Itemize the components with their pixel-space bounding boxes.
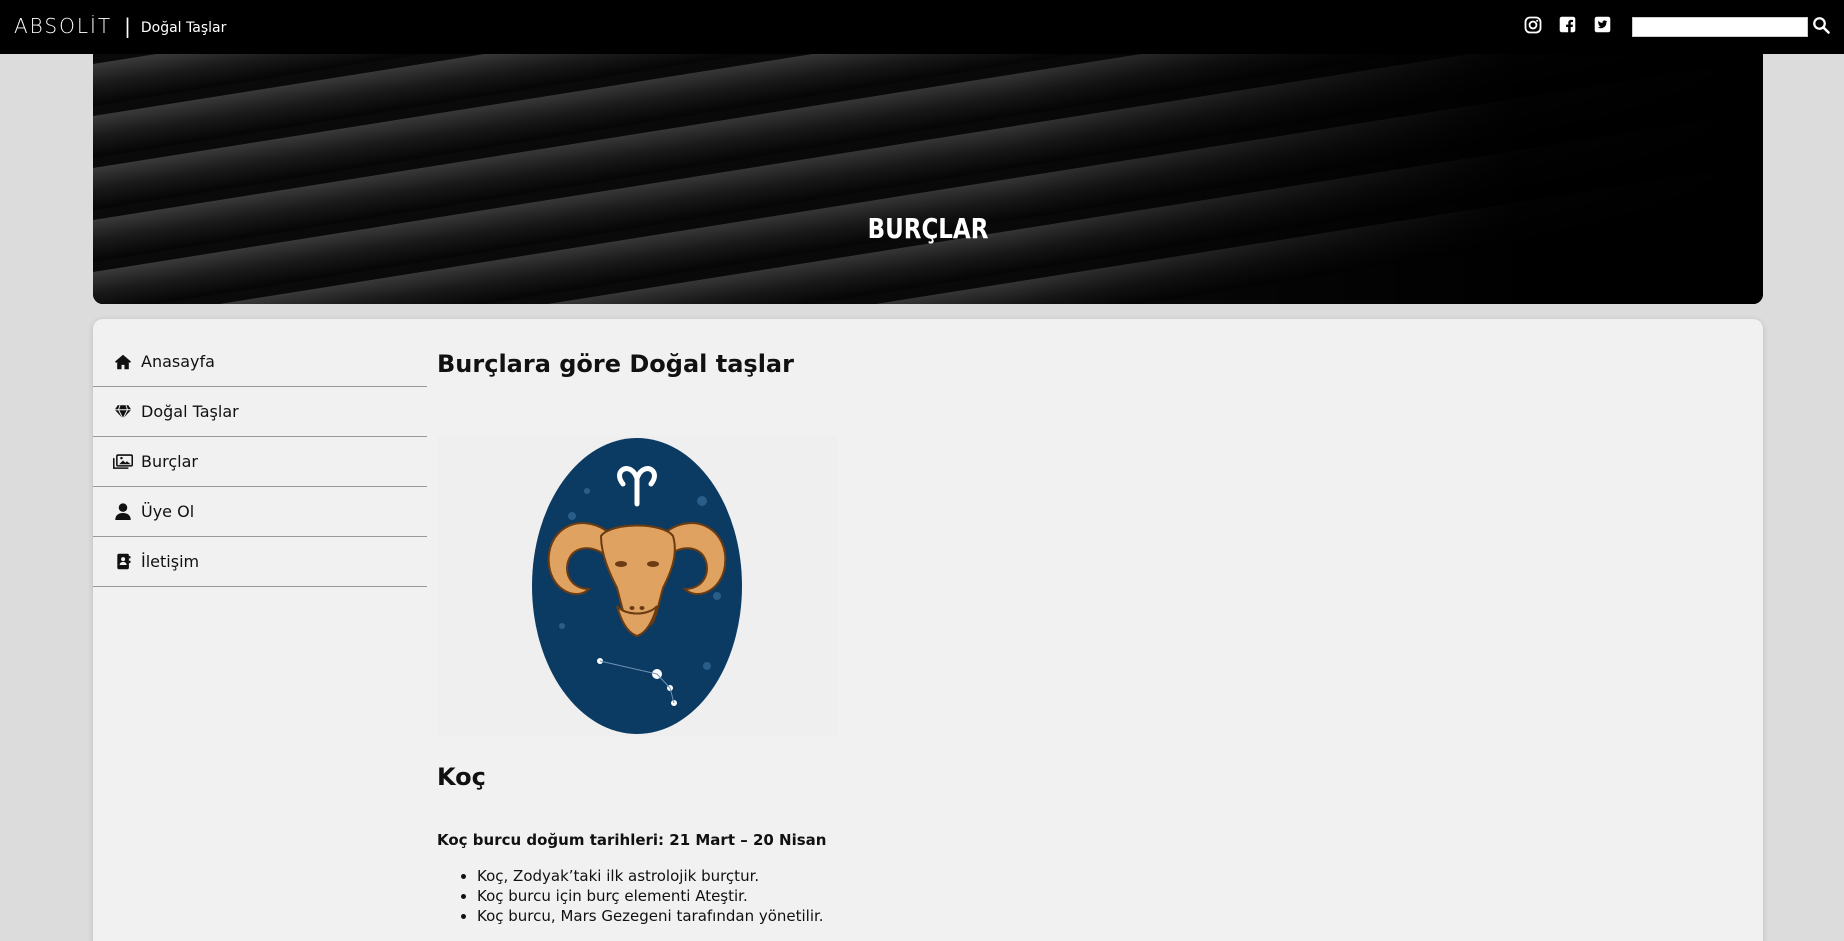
search-input[interactable] bbox=[1632, 17, 1808, 37]
page-title: Burçlara göre Doğal taşlar bbox=[437, 350, 794, 378]
list-item: Koç burcu, Mars Gezegeni tarafından yöne… bbox=[477, 906, 824, 926]
top-navbar: ABSOLİT | Doğal Taşlar bbox=[0, 0, 1844, 54]
sidebar-item-label: Burçlar bbox=[141, 452, 198, 471]
brand-separator: | bbox=[124, 14, 131, 38]
sidebar-item-zodiacs[interactable]: Burçlar bbox=[93, 437, 427, 487]
brand[interactable]: ABSOLİT | Doğal Taşlar bbox=[14, 14, 226, 38]
sign-facts-list: Koç, Zodyak’taki ilk astrolojik burçtur.… bbox=[477, 866, 824, 926]
sidebar-item-home[interactable]: Anasayfa bbox=[93, 337, 427, 387]
brand-subtitle[interactable]: Doğal Taşlar bbox=[141, 20, 226, 36]
list-item: Koç, Zodyak’taki ilk astrolojik burçtur. bbox=[477, 866, 824, 886]
user-icon bbox=[113, 503, 133, 521]
sidebar-item-label: İletişim bbox=[141, 552, 200, 571]
sidebar-nav: Anasayfa Doğal Taşlar Burçlar Üye Ol İle… bbox=[93, 337, 427, 587]
list-item: Koç burcu için burç elementi Ateştir. bbox=[477, 886, 824, 906]
instagram-icon[interactable] bbox=[1524, 16, 1544, 36]
aries-zodiac-image bbox=[437, 436, 837, 736]
zodiac-sign-title: Koç bbox=[437, 763, 486, 791]
facebook-icon[interactable] bbox=[1559, 16, 1579, 36]
sidebar-item-signup[interactable]: Üye Ol bbox=[93, 487, 427, 537]
sidebar-item-label: Doğal Taşlar bbox=[141, 402, 239, 421]
search-icon[interactable] bbox=[1810, 14, 1832, 36]
home-icon bbox=[113, 353, 133, 371]
banner-stripes bbox=[93, 54, 1763, 304]
page-banner: BURÇLAR bbox=[93, 54, 1763, 304]
diamond-icon bbox=[113, 403, 133, 421]
content-card: Anasayfa Doğal Taşlar Burçlar Üye Ol İle… bbox=[93, 319, 1763, 941]
sidebar-item-contact[interactable]: İletişim bbox=[93, 537, 427, 587]
banner-title: BURÇLAR bbox=[867, 212, 989, 245]
sidebar-item-natural-stones[interactable]: Doğal Taşlar bbox=[93, 387, 427, 437]
twitter-icon[interactable] bbox=[1594, 16, 1614, 36]
sidebar-item-label: Anasayfa bbox=[141, 352, 215, 371]
sidebar-item-label: Üye Ol bbox=[141, 502, 195, 521]
images-icon bbox=[113, 453, 133, 471]
brand-name[interactable]: ABSOLİT bbox=[14, 14, 112, 38]
contact-book-icon bbox=[113, 553, 133, 571]
birth-dates: Koç burcu doğum tarihleri: 21 Mart – 20 … bbox=[437, 831, 827, 849]
